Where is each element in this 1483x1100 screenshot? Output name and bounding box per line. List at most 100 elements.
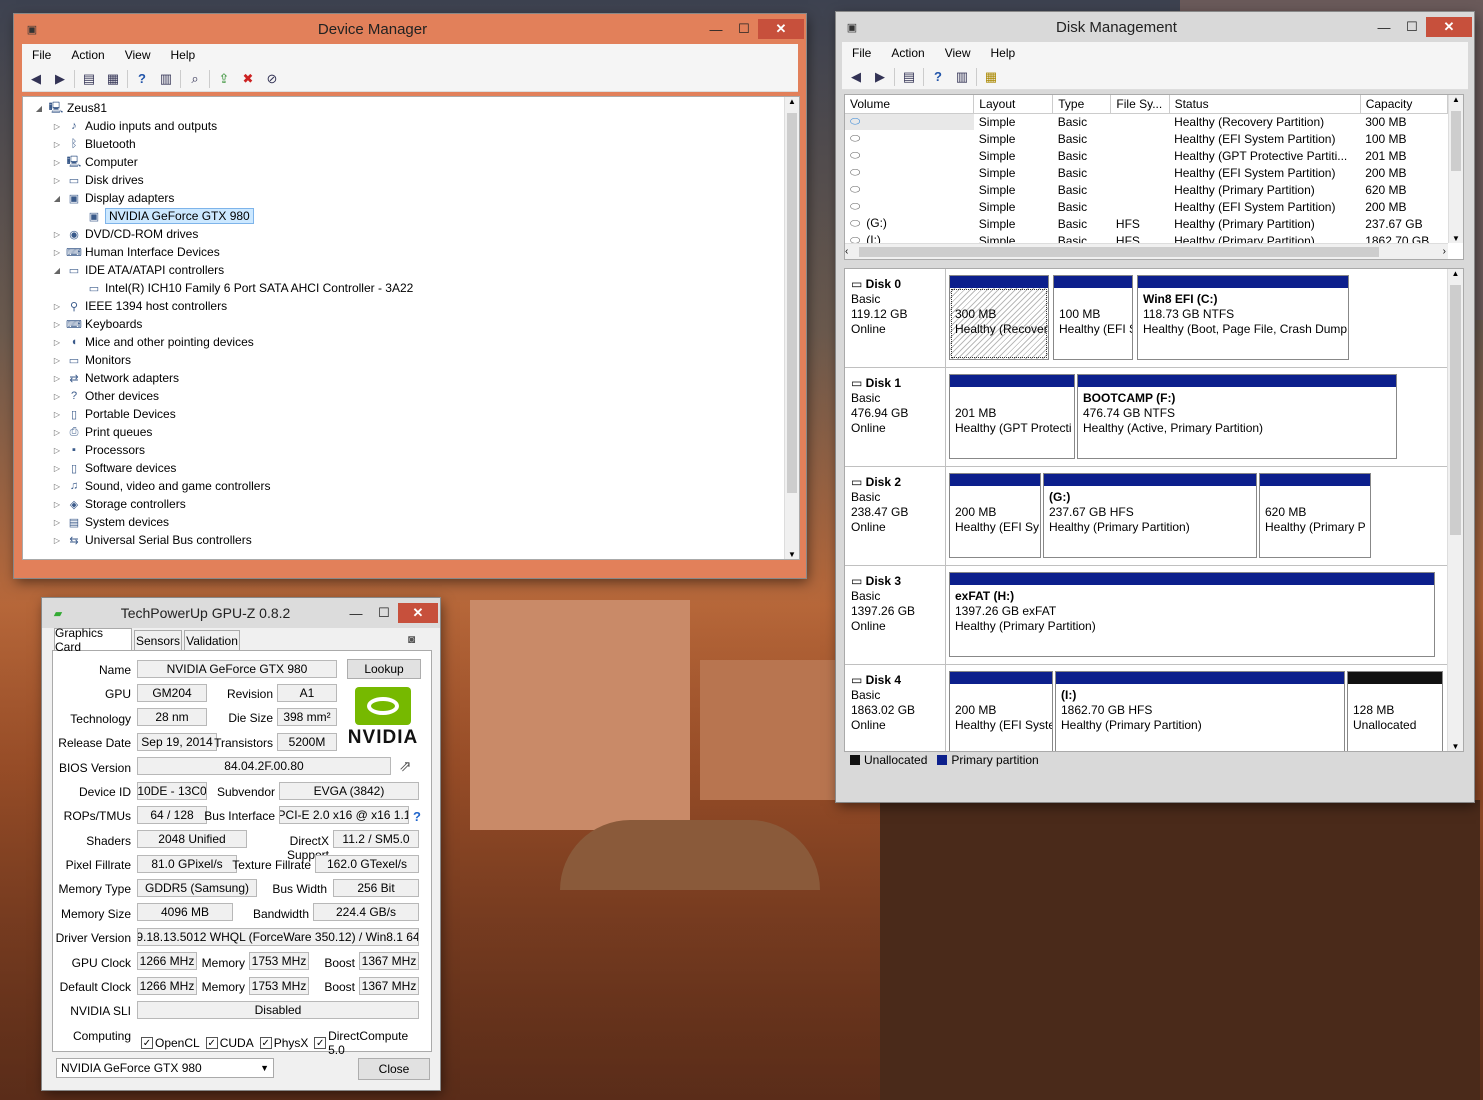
partition-block[interactable]: (I:) 1862.70 GB HFS Healthy (Primary Parti… xyxy=(1055,671,1345,751)
scroll-up-arrow-icon[interactable]: ▲ xyxy=(1449,95,1463,104)
close-button[interactable]: ✕ xyxy=(758,19,804,39)
volume-list[interactable]: Volume Layout Type File Sy... Status Capacity… xyxy=(844,94,1464,260)
field-sli[interactable]: Disabled xyxy=(137,1001,419,1019)
field-shaders[interactable]: 2048 Unified xyxy=(137,830,247,848)
directcompute-checkbox[interactable]: ✓ DirectCompute 5.0 xyxy=(314,1029,425,1057)
field-revision[interactable]: A1 xyxy=(277,684,337,702)
expand-arrow-icon[interactable]: ▷ xyxy=(51,374,63,383)
scroll-down-arrow-icon[interactable]: ▼ xyxy=(1449,234,1463,243)
show-hide-tree-icon[interactable]: ▤ xyxy=(79,70,99,88)
expand-arrow-icon[interactable]: ▷ xyxy=(51,428,63,437)
tree-item[interactable]: ▷? Other devices xyxy=(23,387,799,405)
tree-item[interactable]: ▷ 🖳 Computer xyxy=(23,153,799,171)
collapse-arrow-icon[interactable]: ◢ xyxy=(33,104,45,113)
tree-item[interactable]: ▷ ▯ Software devices xyxy=(23,459,799,477)
expand-arrow-icon[interactable]: ▷ xyxy=(51,536,63,545)
field-subvendor[interactable]: EVGA (3842) xyxy=(279,782,419,800)
tree-item[interactable]: ▷ ⎙ Print queues xyxy=(23,423,799,441)
field-rops[interactable]: 64 / 128 xyxy=(137,806,207,824)
field-memory_type[interactable]: GDDR5 (Samsung) xyxy=(137,879,257,897)
menu-view[interactable]: View xyxy=(935,46,981,60)
close-button[interactable]: ✕ xyxy=(1426,17,1472,37)
collapse-arrow-icon[interactable]: ◢ xyxy=(51,194,63,203)
tree-item[interactable]: ▷ ♫ Sound, video and game controllers xyxy=(23,477,799,495)
partition-block[interactable]: Win8 EFI (C:) 118.73 GB NTFS Healthy (Boot… xyxy=(1137,275,1349,360)
volume-row[interactable]: ⬭ Simple Basic Healthy (GPT Protective Part… xyxy=(845,147,1448,164)
partition-block[interactable]: BOOTCAMP (F:) 476.74 GB NTFS Healthy (Acti… xyxy=(1077,374,1397,459)
device-manager-titlebar[interactable]: ▣ Device Manager — ☐ ✕ xyxy=(14,14,806,44)
expand-arrow-icon[interactable]: ▷ xyxy=(51,320,63,329)
field-transistors[interactable]: 5200M xyxy=(277,733,337,751)
column-header[interactable]: Status xyxy=(1169,95,1361,114)
expand-arrow-icon[interactable]: ▷ xyxy=(51,464,63,473)
scroll-down-arrow-icon[interactable]: ▼ xyxy=(785,550,799,559)
forward-icon[interactable]: ▶ xyxy=(50,70,70,88)
expand-arrow-icon[interactable]: ▷ xyxy=(51,392,63,401)
column-header[interactable]: Volume xyxy=(845,95,975,114)
field-bios[interactable]: 84.04.2F.00.80 xyxy=(137,757,391,775)
partition-block[interactable]: exFAT (H:) 1397.26 GB exFAT Healthy (Prima… xyxy=(949,572,1435,657)
disk-label[interactable]: ▭ Disk 2 Basic 238.47 GB Online xyxy=(851,475,941,535)
partition-block[interactable]: 620 MB Healthy (Primary P xyxy=(1259,473,1371,558)
gpu-selector-dropdown[interactable]: NVIDIA GeForce GTX 980 ▼ xyxy=(56,1058,274,1078)
field-pixel_fillrate[interactable]: 81.0 GPixel/s xyxy=(137,855,237,873)
forward-icon[interactable]: ▶ xyxy=(870,68,890,86)
field-memory_size[interactable]: 4096 MB xyxy=(137,903,233,921)
expand-arrow-icon[interactable]: ▷ xyxy=(51,338,63,347)
field-name[interactable]: NVIDIA GeForce GTX 980 xyxy=(137,660,337,678)
field-technology[interactable]: 28 nm xyxy=(137,708,207,726)
partition-block[interactable]: 201 MB Healthy (GPT Protecti xyxy=(949,374,1075,459)
uninstall-icon[interactable]: ✖ xyxy=(238,70,258,88)
column-header[interactable]: Capacity xyxy=(1360,95,1449,114)
maximize-button[interactable]: ☐ xyxy=(370,603,398,623)
chevron-down-icon[interactable]: ▼ xyxy=(256,1063,273,1073)
bus-interface-help-icon[interactable]: ? xyxy=(413,809,421,824)
field-def_clock[interactable]: 1266 MHz xyxy=(137,977,197,995)
field-bus_interface[interactable]: PCI-E 2.0 x16 @ x16 1.1 xyxy=(279,806,409,824)
volume-row[interactable]: ⬭ Simple Basic Healthy (Recovery Partition)… xyxy=(845,113,1448,130)
opencl-checkbox[interactable]: ✓ OpenCL xyxy=(141,1029,200,1057)
tab-graphics-card[interactable]: Graphics Card xyxy=(54,626,132,654)
tree-item[interactable]: ▷ ▭ Monitors xyxy=(23,351,799,369)
scroll-up-arrow-icon[interactable]: ▲ xyxy=(1448,269,1463,278)
expand-arrow-icon[interactable]: ▷ xyxy=(51,482,63,491)
menu-file[interactable]: File xyxy=(22,48,61,62)
close-dialog-button[interactable]: Close xyxy=(358,1058,430,1080)
disk-row[interactable]: ▭ Disk 1 Basic 476.94 GB Online 201 MB Health… xyxy=(845,368,1463,467)
tree-item[interactable]: ▷ ▯ Portable Devices xyxy=(23,405,799,423)
scroll-up-arrow-icon[interactable]: ▲ xyxy=(785,97,799,106)
disk-label[interactable]: ▭ Disk 0 Basic 119.12 GB Online xyxy=(851,277,941,337)
column-header[interactable]: File Sy... xyxy=(1110,95,1170,114)
expand-arrow-icon[interactable]: ▷ xyxy=(51,140,63,149)
field-def_boost[interactable]: 1367 MHz xyxy=(359,977,419,995)
partition-block[interactable]: 200 MB Healthy (EFI Syste xyxy=(949,671,1053,751)
field-gpu_boost[interactable]: 1367 MHz xyxy=(359,952,419,970)
column-header[interactable]: Type xyxy=(1052,95,1112,114)
bios-share-icon[interactable]: ⇗ xyxy=(399,757,412,775)
expand-arrow-icon[interactable]: ▷ xyxy=(51,518,63,527)
volume-vertical-scrollbar[interactable]: ▲ ▼ xyxy=(1448,95,1463,243)
device-tree[interactable]: ◢ 🖳 Zeus81 ▷ ♪ Audio inputs and outputs ▷ ᛒ B… xyxy=(22,96,800,560)
show-hide-tree-icon[interactable]: ▤ xyxy=(899,68,919,86)
disk-row[interactable]: ▭ Disk 3 Basic 1397.26 GB Online exFAT (H:) 1… xyxy=(845,566,1463,665)
scroll-down-arrow-icon[interactable]: ▼ xyxy=(1448,742,1463,751)
partition-block[interactable]: 200 MB Healthy (EFI Sy xyxy=(949,473,1041,558)
tree-item[interactable]: ▣ NVIDIA GeForce GTX 980 xyxy=(23,207,799,225)
scroll-thumb[interactable] xyxy=(859,247,1379,257)
maximize-button[interactable]: ☐ xyxy=(1398,17,1426,37)
minimize-button[interactable]: — xyxy=(1370,17,1398,37)
expand-arrow-icon[interactable]: ▷ xyxy=(51,410,63,419)
expand-arrow-icon[interactable]: ▷ xyxy=(51,302,63,311)
cuda-checkbox[interactable]: ✓ CUDA xyxy=(205,1029,254,1057)
update-driver-icon[interactable]: ⇪ xyxy=(214,70,234,88)
volume-row[interactable]: ⬭ Simple Basic Healthy (Primary Partition) 6… xyxy=(845,181,1448,198)
expand-arrow-icon[interactable]: ▷ xyxy=(51,158,63,167)
camera-icon[interactable]: ◙ xyxy=(408,632,415,646)
menu-help[interactable]: Help xyxy=(981,46,1026,60)
expand-arrow-icon[interactable]: ▷ xyxy=(51,446,63,455)
column-header[interactable]: Layout xyxy=(973,95,1054,114)
scroll-right-arrow-icon[interactable]: › xyxy=(1443,246,1446,257)
expand-arrow-icon[interactable]: ▷ xyxy=(51,356,63,365)
tree-item[interactable]: ▭ Intel(R) ICH10 Family 6 Port SATA AHCI … xyxy=(23,279,799,297)
physx-checkbox[interactable]: ✓ PhysX xyxy=(259,1029,308,1057)
